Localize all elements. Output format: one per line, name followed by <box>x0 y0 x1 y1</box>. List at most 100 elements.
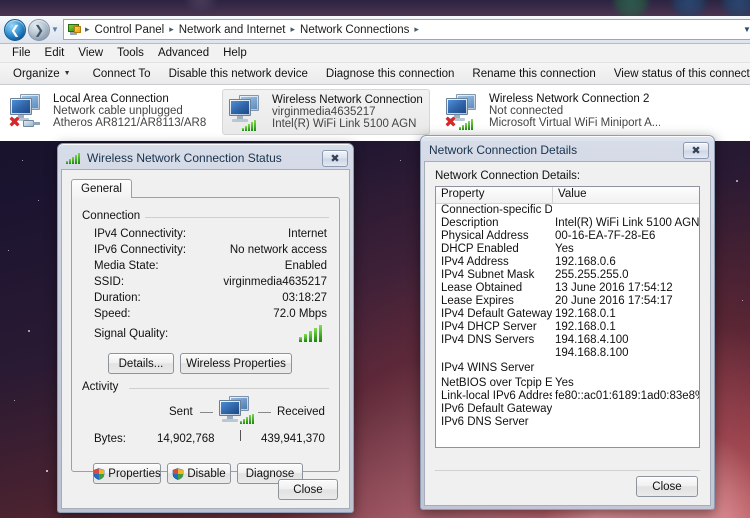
menu-edit[interactable]: Edit <box>38 45 72 61</box>
network-adapter-icon: ✖ <box>8 92 48 130</box>
diagnose-connection-button[interactable]: Diagnose this connection <box>317 65 464 83</box>
row-property: IPv4 DNS Servers <box>441 334 535 346</box>
row-ipv4-connectivity: IPv4 Connectivity: Internet <box>94 228 327 243</box>
received-dash <box>258 412 271 413</box>
menu-file[interactable]: File <box>5 45 38 61</box>
close-icon[interactable]: ✖ <box>683 141 709 159</box>
table-row[interactable]: 194.168.8.100 <box>436 347 699 360</box>
table-row[interactable]: Description Intel(R) WiFi Link 5100 AGN <box>436 217 699 230</box>
row-value <box>552 416 699 429</box>
close-icon[interactable]: ✖ <box>322 149 348 167</box>
table-row[interactable]: IPv4 Default Gateway 192.168.0.1 <box>436 308 699 321</box>
row-value: 192.168.0.1 <box>555 321 616 333</box>
history-dropdown-icon[interactable]: ▼ <box>50 25 60 34</box>
row-label: IPv6 Connectivity: <box>94 244 187 256</box>
table-row[interactable]: IPv4 DHCP Server 192.168.0.1 <box>436 321 699 334</box>
row-value: Yes <box>555 243 574 255</box>
table-row[interactable]: Link-local IPv6 Address fe80::ac01:6189:1… <box>436 390 699 403</box>
details-button[interactable]: Details... <box>108 353 174 374</box>
row-value: 194.168.8.100 <box>555 347 629 359</box>
table-row[interactable]: IPv6 DNS Server <box>436 416 699 429</box>
details-dialog-titlebar[interactable]: Network Connection Details ✖ <box>424 139 711 161</box>
disable-button[interactable]: Disable <box>167 463 231 484</box>
view-status-button[interactable]: View status of this connection <box>605 65 750 83</box>
wireless-properties-button[interactable]: Wireless Properties <box>180 353 292 374</box>
table-row[interactable]: IPv4 Address 192.168.0.6 <box>436 256 699 269</box>
organize-button[interactable]: Organize ▼ <box>4 65 80 83</box>
sent-label: Sent <box>169 406 193 418</box>
connection-item-wireless-network-connection-2[interactable]: ✖ Wireless Network Connection 2 Not conn… <box>440 89 665 135</box>
menu-view[interactable]: View <box>71 45 110 61</box>
breadcrumb[interactable]: ▸ Control Panel ▸ Network and Internet ▸… <box>63 19 750 40</box>
connection-status: virginmedia4635217 <box>272 106 376 118</box>
menu-advanced[interactable]: Advanced <box>151 45 216 61</box>
tabstrip: General <box>71 179 340 198</box>
wifi-signal-icon <box>66 152 82 164</box>
menu-help[interactable]: Help <box>216 45 254 61</box>
sent-dash <box>200 412 213 413</box>
column-header-property[interactable]: Property <box>436 187 553 203</box>
column-header-value[interactable]: Value <box>553 187 699 203</box>
status-dialog-titlebar[interactable]: Wireless Network Connection Status ✖ <box>61 147 350 169</box>
connection-item-local-area-connection[interactable]: ✖ Local Area Connection Network cable un… <box>4 89 212 135</box>
row-label: Duration: <box>94 292 141 304</box>
row-value: fe80::ac01:6189:1ad0:83e8%11 <box>555 390 699 402</box>
menu-tools[interactable]: Tools <box>110 45 151 61</box>
row-value: 03:18:27 <box>282 292 327 304</box>
row-property: Lease Expires <box>441 295 514 307</box>
table-row[interactable]: DHCP Enabled Yes <box>436 243 699 256</box>
status-close-button[interactable]: Close <box>278 479 338 500</box>
table-row[interactable]: IPv4 WINS Server <box>436 360 699 377</box>
row-property: IPv4 Default Gateway <box>441 308 552 320</box>
disable-label: Disable <box>187 467 226 480</box>
rename-connection-button[interactable]: Rename this connection <box>463 65 604 83</box>
table-row[interactable]: NetBIOS over Tcpip En...Yes <box>436 377 699 390</box>
wireless-adapter-icon <box>227 93 267 131</box>
tab-general[interactable]: General <box>71 179 132 198</box>
breadcrumb-separator-3[interactable]: ▸ <box>413 24 420 35</box>
back-arrow-icon[interactable]: ❮ <box>4 18 26 41</box>
breadcrumb-item-network-and-internet[interactable]: Network and Internet <box>175 23 290 37</box>
connection-name: Wireless Network Connection 2 <box>489 93 650 105</box>
details-rows: Connection-specific DN... Description Int… <box>436 204 699 429</box>
chevron-down-icon: ▼ <box>63 70 71 77</box>
table-row[interactable]: Lease Obtained 13 June 2016 17:54:12 <box>436 282 699 295</box>
properties-label: Properties <box>108 467 161 480</box>
row-value: 13 June 2016 17:54:12 <box>555 282 673 294</box>
signal-bars-icon <box>459 118 474 130</box>
details-close-button[interactable]: Close <box>636 476 698 497</box>
bytes-sent-value: 14,902,768 <box>157 433 215 445</box>
row-value: 192.168.0.1 <box>555 308 616 320</box>
row-property <box>436 347 552 360</box>
row-media-state: Media State: Enabled <box>94 260 327 275</box>
breadcrumb-item-network-connections[interactable]: Network Connections <box>296 23 413 37</box>
row-property: IPv6 Default Gateway <box>441 403 552 415</box>
shield-icon <box>93 467 105 480</box>
control-panel-icon <box>67 23 82 37</box>
details-table-header: Property Value <box>436 187 699 204</box>
row-value: 72.0 Mbps <box>273 308 327 320</box>
table-row[interactable]: IPv6 Default Gateway <box>436 403 699 416</box>
table-row[interactable]: IPv4 DNS Servers 194.168.4.100 <box>436 334 699 347</box>
connection-item-wireless-network-connection[interactable]: Wireless Network Connection virginmedia4… <box>222 89 430 135</box>
forward-arrow-icon[interactable]: ❯ <box>28 18 50 41</box>
properties-button[interactable]: Properties <box>93 463 161 484</box>
table-row[interactable]: IPv4 Subnet Mask 255.255.255.0 <box>436 269 699 282</box>
connect-to-button[interactable]: Connect To <box>84 65 160 83</box>
connection-device: Microsoft Virtual WiFi Miniport A... <box>489 117 660 129</box>
disable-network-device-button[interactable]: Disable this network device <box>160 65 317 83</box>
activity-group-label: Activity <box>82 381 124 393</box>
red-x-icon: ✖ <box>444 113 457 131</box>
network-cable-icon <box>23 117 41 129</box>
breadcrumb-item-control-panel[interactable]: Control Panel <box>91 23 169 37</box>
details-listbox[interactable]: Property Value Connection-specific DN...… <box>435 186 700 448</box>
table-row[interactable]: Lease Expires 20 June 2016 17:54:17 <box>436 295 699 308</box>
row-value <box>552 403 699 416</box>
row-property: IPv6 DNS Server <box>441 416 529 428</box>
table-row[interactable]: Physical Address 00-16-EA-7F-28-E6 <box>436 230 699 243</box>
row-value: virginmedia4635217 <box>223 276 327 288</box>
table-row[interactable]: Connection-specific DN... <box>436 204 699 217</box>
address-dropdown-icon[interactable]: ▼ <box>739 25 750 34</box>
row-signal-quality: Signal Quality: <box>94 328 327 343</box>
row-value: 192.168.0.6 <box>555 256 616 268</box>
